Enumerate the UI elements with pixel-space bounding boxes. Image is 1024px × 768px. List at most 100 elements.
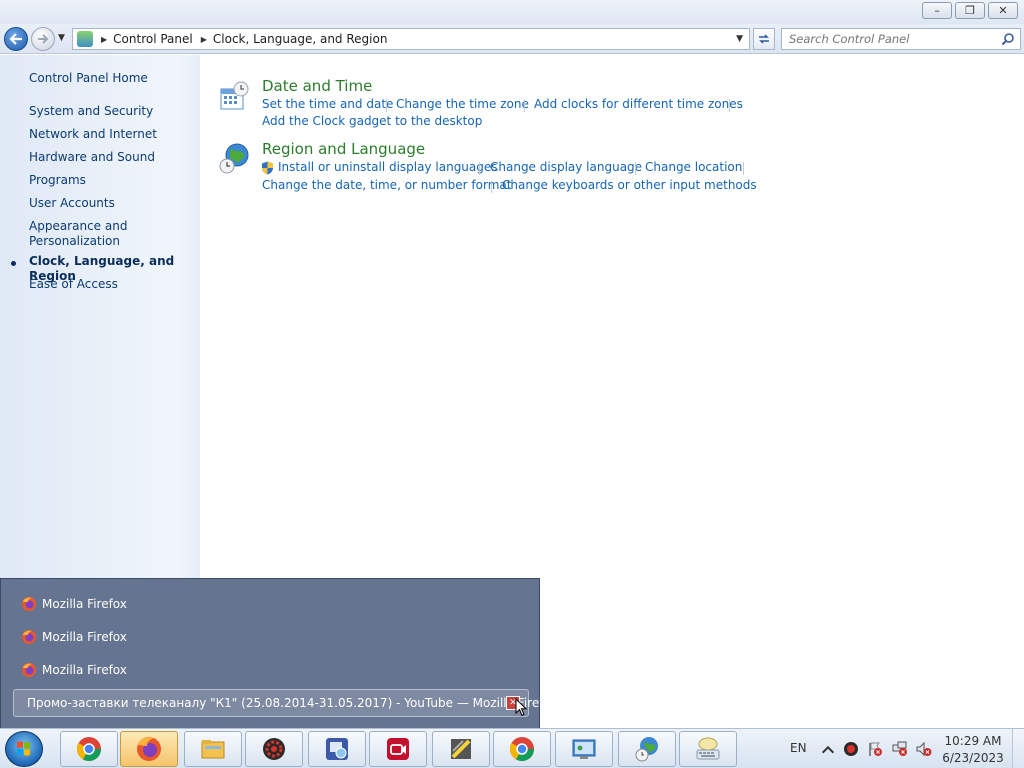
gear-app-icon <box>263 738 285 760</box>
scanner-app-icon <box>451 739 471 759</box>
taskbar: EN 10:29 AM 6/23/2023 <box>0 728 1024 768</box>
popup-window-item[interactable]: Mozilla Firefox <box>21 593 127 615</box>
address-bar[interactable]: ▶ Control Panel ▶ Clock, Language, and R… <box>72 28 750 50</box>
start-button[interactable] <box>5 731 43 767</box>
control-panel-icon <box>77 31 93 47</box>
recent-pages-dropdown[interactable]: ▼ <box>58 33 65 43</box>
taskbar-keyboard-button[interactable] <box>679 731 737 767</box>
popup-window-item-active[interactable]: Промо-заставки телеканалу "К1" (25.08.20… <box>13 689 558 717</box>
taskbar-explorer-button[interactable] <box>184 731 242 767</box>
firefox-icon <box>22 663 36 677</box>
taskbar-date-time-button[interactable] <box>618 731 676 767</box>
link-separator <box>635 162 636 175</box>
sidebar-item-appearance[interactable]: Appearance and Personalization <box>29 219 129 249</box>
minimize-button[interactable]: – <box>922 2 952 19</box>
screen-recorder-icon <box>387 738 409 760</box>
control-panel-icon <box>572 739 596 759</box>
close-button[interactable]: ✕ <box>988 2 1018 19</box>
taskbar-app-button[interactable] <box>432 731 490 767</box>
sidebar-item-user-accounts[interactable]: User Accounts <box>29 196 194 211</box>
clock-date[interactable]: 6/23/2023 <box>942 751 1004 765</box>
show-hidden-icons-icon[interactable] <box>820 742 836 758</box>
search-input[interactable] <box>782 32 992 46</box>
taskbar-app-button[interactable] <box>308 731 366 767</box>
sidebar-item-network-internet[interactable]: Network and Internet <box>29 127 194 142</box>
taskbar-chrome-button[interactable] <box>493 731 551 767</box>
taskbar-app-button[interactable] <box>245 731 303 767</box>
taskbar-thumbnail-popup: Mozilla Firefox Mozilla Firefox Mozilla … <box>0 578 558 730</box>
link-separator <box>386 99 387 112</box>
breadcrumb-control-panel[interactable]: Control Panel <box>113 32 193 46</box>
sidebar-item-hardware-sound[interactable]: Hardware and Sound <box>29 150 194 165</box>
search-icon[interactable] <box>1001 32 1015 46</box>
sidebar: Control Panel Home System and Security N… <box>0 55 200 580</box>
popup-window-label: Mozilla Firefox <box>42 663 127 677</box>
popup-window-label: Mozilla Firefox <box>42 630 127 644</box>
firefox-icon <box>22 630 36 644</box>
category-title-region-language[interactable]: Region and Language <box>262 140 425 158</box>
popup-window-item[interactable]: Mozilla Firefox <box>21 626 127 648</box>
link-add-clock-gadget[interactable]: Add the Clock gadget to the desktop <box>262 114 482 128</box>
tray-app-icon[interactable] <box>843 741 859 757</box>
action-center-flag-icon[interactable] <box>867 741 883 757</box>
link-change-keyboards[interactable]: Change keyboards or other input methods <box>502 178 757 192</box>
sidebar-item-ease-of-access[interactable]: Ease of Access <box>29 277 194 292</box>
date-time-icon <box>635 737 658 762</box>
input-language-indicator[interactable]: EN <box>790 741 807 755</box>
show-desktop-button[interactable] <box>1012 729 1024 768</box>
link-change-display-language[interactable]: Change display language <box>490 160 642 174</box>
link-install-display-languages[interactable]: Install or uninstall display languages <box>278 160 498 174</box>
link-separator <box>743 162 744 175</box>
link-set-time-date[interactable]: Set the time and date <box>262 97 393 111</box>
calendar-clock-icon <box>220 81 249 110</box>
active-item-bullet <box>11 261 16 266</box>
search-box[interactable] <box>781 28 1021 50</box>
address-dropdown-icon[interactable]: ▼ <box>736 34 743 44</box>
back-arrow-icon <box>9 33 22 45</box>
keyboard-icon <box>696 737 720 760</box>
taskbar-chrome-button[interactable] <box>60 731 118 767</box>
forward-button[interactable] <box>31 27 55 51</box>
link-add-clocks[interactable]: Add clocks for different time zones <box>534 97 743 111</box>
link-separator <box>479 162 480 175</box>
maximize-button[interactable]: ❐ <box>955 2 985 19</box>
popup-window-item[interactable]: Mozilla Firefox <box>21 659 127 681</box>
uac-shield-icon <box>262 161 273 175</box>
back-button[interactable] <box>4 27 28 51</box>
file-explorer-icon <box>201 740 225 759</box>
link-change-time-zone[interactable]: Change the time zone <box>396 97 529 111</box>
screenshot-tool-icon <box>326 738 348 760</box>
clock-time[interactable]: 10:29 AM <box>942 734 1004 748</box>
link-change-location[interactable]: Change location <box>645 160 742 174</box>
link-separator <box>491 180 492 193</box>
refresh-button[interactable] <box>753 28 775 50</box>
firefox-icon <box>137 737 161 761</box>
taskbar-firefox-button[interactable] <box>120 731 178 767</box>
network-disconnected-icon[interactable] <box>892 741 908 757</box>
chrome-icon <box>76 737 101 762</box>
sidebar-item-system-security[interactable]: System and Security <box>29 104 194 119</box>
refresh-icon <box>759 34 769 44</box>
taskbar-app-button[interactable] <box>369 731 427 767</box>
taskbar-control-panel-button[interactable] <box>555 731 613 767</box>
link-separator <box>524 99 525 112</box>
windows-logo-icon <box>17 741 30 756</box>
window-controls: – ❐ ✕ <box>922 2 1018 19</box>
forward-arrow-icon <box>38 34 49 44</box>
volume-muted-icon[interactable] <box>916 741 932 757</box>
breadcrumb-current[interactable]: Clock, Language, and Region <box>213 32 388 46</box>
popup-window-label: Промо-заставки телеканалу "К1" (25.08.20… <box>27 696 558 710</box>
navigation-bar: ▼ ▶ Control Panel ▶ Clock, Language, and… <box>0 24 1024 54</box>
breadcrumb-separator-icon[interactable]: ▶ <box>101 35 107 44</box>
chrome-icon <box>510 737 534 762</box>
link-change-date-format[interactable]: Change the date, time, or number format <box>262 178 511 192</box>
sidebar-item-programs[interactable]: Programs <box>29 173 194 188</box>
link-separator <box>729 99 730 112</box>
breadcrumb-separator-icon[interactable]: ▶ <box>201 35 207 44</box>
globe-clock-icon <box>219 143 249 174</box>
sidebar-item-control-panel-home[interactable]: Control Panel Home <box>29 71 194 86</box>
category-title-date-time[interactable]: Date and Time <box>262 77 372 95</box>
mouse-cursor-icon <box>515 698 527 717</box>
firefox-icon <box>22 597 36 611</box>
popup-window-label: Mozilla Firefox <box>42 597 127 611</box>
